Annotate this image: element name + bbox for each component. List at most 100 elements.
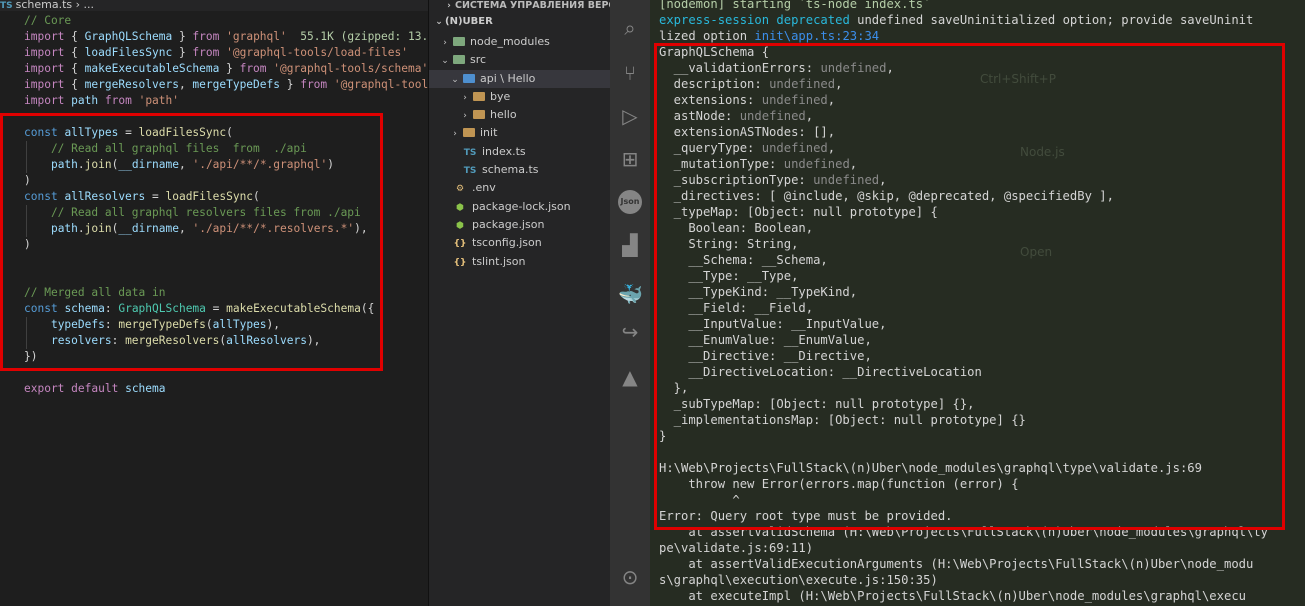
code-line[interactable]: import path from 'path'	[0, 93, 428, 109]
highlight-box-terminal	[654, 43, 1285, 530]
file-icon: TS	[463, 166, 477, 177]
code-token: }	[279, 78, 301, 91]
code-token: from	[192, 30, 220, 43]
azure-icon[interactable]: ▲	[618, 365, 642, 389]
chevron-right-icon: ›	[463, 92, 467, 103]
code-line[interactable]: import { mergeResolvers, mergeTypeDefs }…	[0, 77, 428, 93]
tree-item-label: tsconfig.json	[472, 236, 542, 250]
code-token: mergeTypeDefs	[192, 78, 280, 91]
code-token: }	[172, 46, 193, 59]
code-token: import	[24, 62, 65, 75]
tree-item-src[interactable]: ⌄ src	[429, 51, 611, 69]
terminal-line: lized option init\app.ts:23:34	[659, 28, 1305, 44]
search-icon[interactable]: ⌕	[618, 16, 642, 40]
code-line[interactable]: import { loadFilesSync } from '@graphql-…	[0, 45, 428, 61]
terminal-panel[interactable]: Ctrl+Shift+P Node.js Open [nodemon] star…	[650, 0, 1305, 606]
source-control-icon[interactable]: ⑂	[618, 61, 642, 85]
run-debug-icon[interactable]: ▷	[618, 104, 642, 128]
chevron-right-icon: ›	[443, 38, 447, 48]
tree-item--env[interactable]: ⚙ .env	[429, 179, 611, 197]
terminal-line: at assertValidExecutionArguments (H:\Web…	[659, 556, 1305, 572]
code-token: {	[64, 78, 85, 91]
file-icon: ⬢	[456, 220, 464, 231]
code-editor[interactable]: TS schema.ts › ... // Core import { GraphQ…	[0, 0, 428, 606]
code-line[interactable]: import { makeExecutableSchema } from '@g…	[0, 61, 428, 77]
tree-item-index-ts[interactable]: TS index.ts	[429, 143, 611, 161]
chevron-down-icon: ⌄	[451, 74, 459, 85]
code-token: '@graphql-tools/schema'	[273, 62, 428, 75]
code-token: {	[64, 62, 85, 75]
code-token: import	[24, 46, 65, 59]
tree-item-schema-ts[interactable]: TS schema.ts	[429, 161, 611, 179]
chevron-down-icon: ⌄	[435, 17, 443, 27]
file-icon: {}	[453, 257, 467, 268]
account-icon[interactable]: ⊙	[618, 565, 642, 589]
squares-icon[interactable]: ▟	[618, 233, 642, 257]
tree-item-label: package-lock.json	[472, 199, 571, 213]
chevron-right-icon: ›	[453, 129, 457, 140]
file-tree: › node_modules ⌄ src ⌄ api \ Hello › bye › hello ›…	[429, 33, 611, 271]
breadcrumb-text[interactable]: TS schema.ts › ...	[0, 0, 94, 11]
tree-item-tslint-json[interactable]: {} tslint.json	[429, 253, 611, 271]
folder-icon	[463, 73, 475, 83]
code-line[interactable]: // Core	[0, 13, 428, 29]
code-token: mergeResolvers	[84, 78, 179, 91]
tree-item-package-lock-json[interactable]: ⬢ package-lock.json	[429, 198, 611, 216]
tree-item-api-hello[interactable]: ⌄ api \ Hello	[429, 69, 611, 88]
tree-item-bye[interactable]: › bye	[429, 88, 611, 106]
chevron-right-icon: ›	[463, 111, 467, 122]
tree-item-label: api \ Hello	[480, 71, 536, 85]
code-line[interactable]: import { GraphQLSchema } from 'graphql' …	[0, 29, 428, 45]
terminal-text: lized option	[659, 29, 755, 43]
project-title[interactable]: ⌄ (N)UBER	[429, 11, 611, 33]
section-title[interactable]: ›СИСТЕМА УПРАВЛЕНИЯ ВЕРСИЯМИ	[429, 0, 611, 11]
code-token: '@graphql-tools/load-files'	[226, 46, 408, 59]
live-share-icon[interactable]: ↪	[618, 320, 642, 344]
json-icon[interactable]: Json	[618, 190, 642, 214]
tree-item-label: src	[470, 53, 487, 67]
extensions-icon[interactable]: ⊞	[618, 147, 642, 171]
code-token: export	[24, 382, 65, 395]
terminal-text: [nodemon] starting `ts-node index.ts`	[659, 0, 931, 11]
terminal-text: undefined saveUninitialized option; prov…	[849, 13, 1254, 27]
tree-item-node-modules[interactable]: › node_modules	[429, 33, 611, 51]
code-token: from	[239, 62, 267, 75]
chevron-down-icon: ⌄	[441, 56, 449, 67]
file-icon: ⚙	[455, 184, 465, 195]
tree-item-tsconfig-json[interactable]: {} tsconfig.json	[429, 234, 611, 252]
code-token: }	[219, 62, 240, 75]
code-token: makeExecutableSchema	[84, 62, 220, 75]
terminal-link[interactable]: init\app.ts:23:34	[754, 29, 879, 43]
terminal-text: at assertValidExecutionArguments (H:\Web…	[659, 557, 1254, 571]
code-token: loadFilesSync	[84, 46, 173, 59]
terminal-text: s\graphql\execution\execute.js:150:35)	[659, 573, 938, 587]
code-token: {	[64, 30, 85, 43]
code-token: {	[64, 46, 85, 59]
tree-item-hello[interactable]: › hello	[429, 106, 611, 124]
docker-icon[interactable]: 🐳	[618, 282, 643, 306]
folder-icon	[473, 110, 485, 120]
tree-item-label: hello	[490, 108, 517, 122]
terminal-line: express-session deprecated undefined sav…	[659, 12, 1305, 28]
code-token: path	[71, 94, 99, 107]
code-token: from	[192, 46, 220, 59]
code-token: import	[24, 30, 65, 43]
code-token: default	[71, 382, 119, 395]
code-line[interactable]: export default schema	[0, 381, 428, 397]
tree-item-label: package.json	[472, 217, 545, 231]
tree-item-label: .env	[472, 181, 496, 195]
tree-item-package-json[interactable]: ⬢ package.json	[429, 216, 611, 234]
code-token: }	[172, 30, 193, 43]
tree-item-label: bye	[490, 89, 511, 103]
terminal-text: pe\validate.js:69:11)	[659, 541, 814, 555]
terminal-line: s\graphql\execution\execute.js:150:35)	[659, 572, 1305, 588]
code-token: schema	[125, 382, 166, 395]
tree-item-init[interactable]: › init	[429, 124, 611, 142]
tree-item-label: tslint.json	[472, 254, 526, 268]
editor-breadcrumb[interactable]: TS schema.ts › ...	[0, 0, 428, 11]
code-token: 'graphql'	[226, 30, 287, 43]
code-token: from	[104, 94, 132, 107]
